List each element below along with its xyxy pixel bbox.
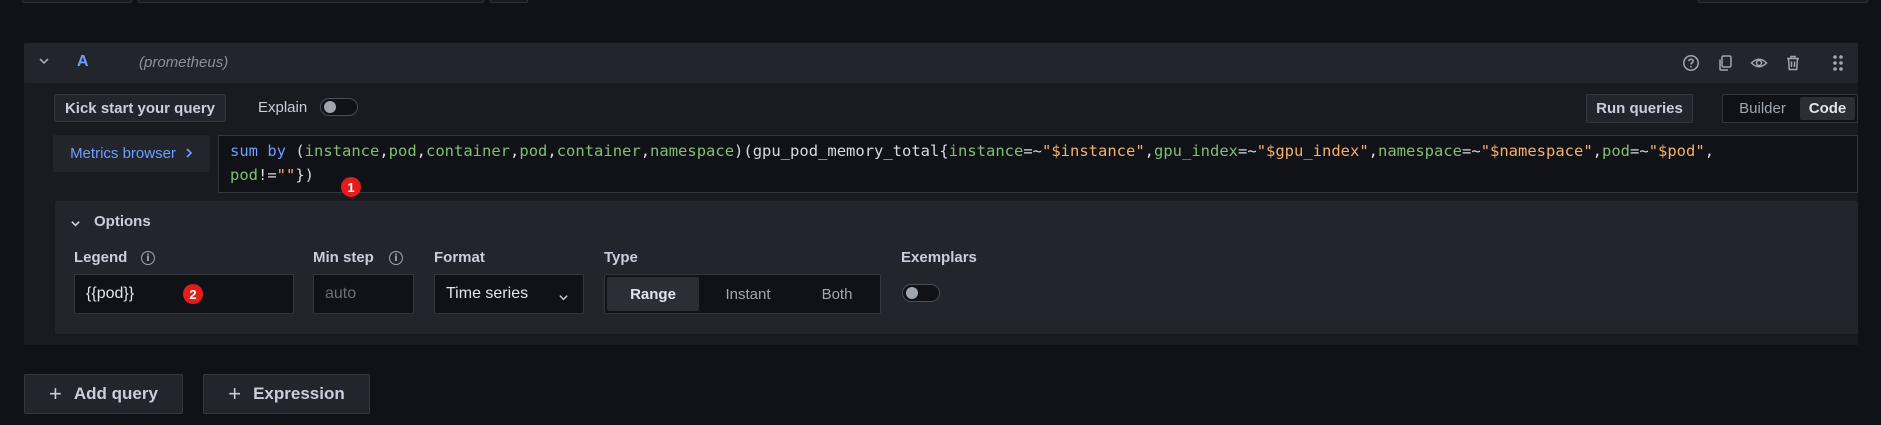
expression-button[interactable]: + Expression xyxy=(203,374,370,414)
code-line-2: pod!=""}) xyxy=(230,166,315,184)
type-option-range[interactable]: Range xyxy=(607,277,699,311)
add-query-label: Add query xyxy=(73,384,158,403)
legend-info-icon[interactable]: i xyxy=(141,251,155,265)
format-label: Format xyxy=(434,249,485,266)
exemplars-label: Exemplars xyxy=(901,249,977,266)
options-chevron-down-icon[interactable] xyxy=(70,216,81,232)
plus-icon: + xyxy=(49,381,62,406)
code-line-1: sum by (instance,pod,container,pod,conta… xyxy=(230,142,1715,160)
query-ref-id[interactable]: A xyxy=(77,53,89,71)
trash-icon[interactable] xyxy=(1782,52,1804,74)
metrics-browser-button[interactable]: Metrics browser xyxy=(53,135,210,172)
format-select[interactable]: Time series xyxy=(434,274,584,314)
query-header-row[interactable]: A (prometheus) xyxy=(24,43,1858,83)
help-icon[interactable] xyxy=(1680,52,1702,74)
eye-icon[interactable] xyxy=(1748,52,1770,74)
kick-start-query-button[interactable]: Kick start your query xyxy=(54,94,226,122)
explain-toggle[interactable] xyxy=(320,98,358,116)
previous-row-edge xyxy=(22,0,1868,3)
datasource-name: (prometheus) xyxy=(139,54,229,71)
legend-value: {{pod}} xyxy=(86,285,135,302)
type-radio-group: Range Instant Both xyxy=(604,274,881,314)
metrics-browser-label: Metrics browser xyxy=(70,145,176,162)
explain-label: Explain xyxy=(258,99,308,116)
min-step-label: Min step xyxy=(313,249,374,266)
options-section xyxy=(55,201,1858,334)
expression-label: Expression xyxy=(253,384,345,403)
plus-icon: + xyxy=(228,381,242,406)
chevron-right-icon xyxy=(185,145,193,162)
duplicate-icon[interactable] xyxy=(1714,52,1736,74)
drag-handle-icon[interactable] xyxy=(1827,52,1849,74)
annotation-badge-1: 1 xyxy=(341,177,361,197)
legend-label: Legend xyxy=(74,249,128,266)
min-step-info-icon[interactable]: i xyxy=(389,251,403,265)
type-label: Type xyxy=(604,249,638,266)
chevron-down-icon xyxy=(558,290,569,308)
editor-mode-switch: Builder Code xyxy=(1722,94,1858,123)
min-step-input[interactable]: auto xyxy=(313,274,414,314)
collapse-chevron-icon[interactable] xyxy=(38,55,50,70)
promql-code-editor[interactable]: sum by (instance,pod,container,pod,conta… xyxy=(218,135,1858,193)
code-mode-option[interactable]: Code xyxy=(1800,97,1855,120)
annotation-badge-2: 2 xyxy=(183,284,203,304)
add-query-button[interactable]: + Add query xyxy=(24,374,183,414)
type-option-instant[interactable]: Instant xyxy=(699,277,797,311)
min-step-placeholder: auto xyxy=(325,285,357,302)
builder-mode-option[interactable]: Builder xyxy=(1725,97,1800,120)
type-option-both[interactable]: Both xyxy=(797,277,877,311)
format-value: Time series xyxy=(446,285,529,302)
options-header[interactable]: Options xyxy=(94,213,151,230)
exemplars-toggle[interactable] xyxy=(902,284,940,302)
run-queries-button[interactable]: Run queries xyxy=(1586,94,1693,123)
